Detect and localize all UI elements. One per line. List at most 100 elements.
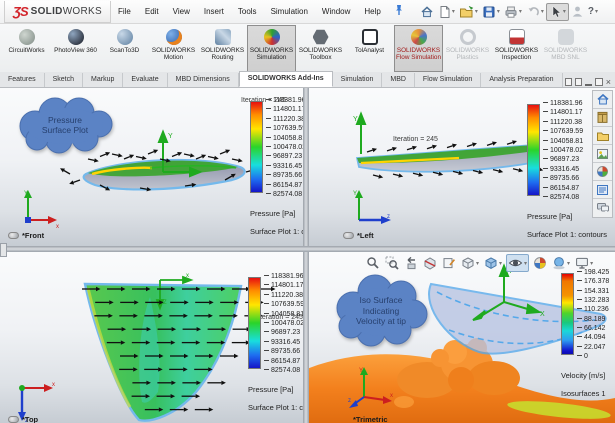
legend-caption: Surface Plot 1: contours xyxy=(250,227,303,236)
ribbon-solidworks-routing[interactable]: SOLIDWORKS Routing xyxy=(198,25,247,72)
ribbon-solidworks-toolbox[interactable]: SOLIDWORKS Toolbox xyxy=(296,25,345,72)
section-view-icon[interactable] xyxy=(422,255,438,271)
ribbon-photoview-360[interactable]: PhotoView 360 xyxy=(51,25,100,72)
pressure-legend-top[interactable]: 118381.96114801.17111220.38107639.591040… xyxy=(248,277,303,412)
open-caret-icon[interactable]: ▾ xyxy=(475,8,478,15)
apply-scene-icon[interactable]: ▾ xyxy=(551,255,571,271)
doc-window-icon[interactable] xyxy=(565,78,572,86)
open-button[interactable]: ▾ xyxy=(457,4,480,20)
pressure-colorbar xyxy=(248,277,261,369)
viewport-name-top: *Top xyxy=(22,415,38,423)
view-orientation-caret-icon[interactable]: ▾ xyxy=(476,260,479,267)
tab-evaluate[interactable]: Evaluate xyxy=(123,73,167,87)
display-style-icon[interactable]: ▾ xyxy=(483,255,503,271)
menu-file[interactable]: File xyxy=(111,1,138,23)
custom-properties-icon[interactable] xyxy=(593,181,612,199)
zoom-to-fit-icon[interactable] xyxy=(365,255,381,271)
print-button[interactable]: ▾ xyxy=(502,4,524,20)
viewport-menu-chip[interactable] xyxy=(8,232,19,239)
menu-help[interactable]: Help xyxy=(357,1,387,23)
solidworks-resources-icon[interactable] xyxy=(593,91,612,109)
svg-text:Y: Y xyxy=(353,191,357,197)
logo-text-works: WORKS xyxy=(63,6,102,17)
doc-minimize-icon[interactable] xyxy=(585,79,592,86)
hide-show-caret-icon[interactable]: ▾ xyxy=(524,260,527,267)
display-style-caret-icon[interactable]: ▾ xyxy=(499,260,502,267)
save-caret-icon[interactable]: ▾ xyxy=(497,8,500,15)
menu-insert[interactable]: Insert xyxy=(197,1,231,23)
tab-mbd-dimensions[interactable]: MBD Dimensions xyxy=(168,73,239,87)
ribbon-tolanalyst[interactable]: TolAnalyst xyxy=(345,25,394,72)
save-button[interactable]: ▾ xyxy=(480,4,502,20)
viewport-left[interactable]: Y Iteration = 245 118381.96114801.171112… xyxy=(309,88,615,246)
user-account-icon[interactable] xyxy=(569,4,586,19)
menu-tools[interactable]: Tools xyxy=(231,1,264,23)
viewport-splitter-vertical[interactable] xyxy=(303,88,309,423)
legend-tick: 118381.96 xyxy=(266,97,303,104)
ribbon-circuitworks[interactable]: CircuitWorks xyxy=(2,25,51,72)
viewport-splitter-horizontal[interactable] xyxy=(0,246,615,252)
graphics-area: Y Pressure Surface Plot Iteration = 245 xyxy=(0,88,615,423)
pressure-legend-front[interactable]: 118381.96114801.17111220.38107639.591040… xyxy=(250,101,303,236)
zoom-to-area-icon[interactable] xyxy=(384,255,400,271)
new-document-button[interactable]: ▾ xyxy=(436,4,457,20)
apply-scene-caret-icon[interactable]: ▾ xyxy=(567,260,570,267)
legend-tick: 22.047 xyxy=(577,344,609,351)
view-settings-icon[interactable]: ▾ xyxy=(574,255,594,271)
print-caret-icon[interactable]: ▾ xyxy=(519,8,522,15)
viewport-top[interactable]: Zx Iteration = 245 118381.96114801.17111… xyxy=(0,252,303,423)
ribbon-solidworks-simulation[interactable]: SOLIDWORKS Simulation xyxy=(247,25,296,72)
viewport-front[interactable]: Y Pressure Surface Plot Iteration = 245 xyxy=(0,88,303,246)
pressure-colorbar xyxy=(250,101,263,193)
menu-edit[interactable]: Edit xyxy=(138,1,166,23)
help-button[interactable]: ?▾ xyxy=(586,5,600,18)
hide-show-items-icon[interactable]: ▾ xyxy=(506,254,529,272)
new-document-caret-icon[interactable]: ▾ xyxy=(452,8,455,15)
callout-iso-surface-velocity[interactable]: Iso Surface Indicating Velocity at tip xyxy=(333,274,429,348)
menu-view[interactable]: View xyxy=(166,1,197,23)
scanto3d-icon xyxy=(117,29,133,45)
select-tool-caret-icon[interactable]: ▾ xyxy=(563,8,566,15)
doc-restore-icon[interactable] xyxy=(595,78,603,86)
appearances-scenes-icon[interactable] xyxy=(593,163,612,181)
tab-mbd[interactable]: MBD xyxy=(382,73,415,87)
velocity-legend[interactable]: 198.425176.378154.331132.283110.23688.18… xyxy=(561,273,609,398)
view-orientation-icon[interactable]: ▾ xyxy=(460,255,480,271)
design-library-icon[interactable] xyxy=(593,109,612,127)
logo-text-solid: SOLID xyxy=(31,6,63,17)
velocity-colorbar xyxy=(561,273,574,355)
tab-analysis-preparation[interactable]: Analysis Preparation xyxy=(481,73,562,87)
ribbon-solidworks-flow-simulation[interactable]: SOLIDWORKS Flow Simulation xyxy=(394,25,443,72)
pin-menubar-icon[interactable] xyxy=(394,3,404,21)
home-button[interactable] xyxy=(418,4,436,20)
edit-appearance-icon[interactable] xyxy=(532,255,548,271)
solidworks-forum-icon[interactable] xyxy=(593,199,612,217)
menu-window[interactable]: Window xyxy=(315,1,357,23)
doc-close-icon[interactable]: × xyxy=(606,77,611,87)
view-settings-caret-icon[interactable]: ▾ xyxy=(590,260,593,267)
menu-simulation[interactable]: Simulation xyxy=(264,1,315,23)
previous-view-icon[interactable] xyxy=(403,255,419,271)
tab-flow-simulation[interactable]: Flow Simulation xyxy=(415,73,481,87)
dynamic-annotation-icon[interactable] xyxy=(441,255,457,271)
ribbon-solidworks-mbd-snl: SOLIDWORKS MBD SNL xyxy=(541,25,590,72)
view-palette-icon[interactable] xyxy=(593,145,612,163)
viewport-menu-chip[interactable] xyxy=(343,232,354,239)
tab-simulation[interactable]: Simulation xyxy=(333,73,383,87)
file-explorer-icon[interactable] xyxy=(593,127,612,145)
tab-markup[interactable]: Markup xyxy=(83,73,123,87)
viewport-menu-chip[interactable] xyxy=(8,416,19,423)
ribbon-solidworks-inspection[interactable]: SOLIDWORKS Inspection xyxy=(492,25,541,72)
tab-solidworks-add-ins[interactable]: SOLIDWORKS Add-Ins xyxy=(239,71,333,87)
ribbon-solidworks-motion[interactable]: SOLIDWORKS Motion xyxy=(149,25,198,72)
select-tool-button[interactable]: ▾ xyxy=(546,3,569,21)
viewport-trimetric[interactable]: Y X ▾ ▾ ▾ ▾ ▾ Iteration = 245 xyxy=(309,252,615,423)
ribbon-scanto3d[interactable]: ScanTo3D xyxy=(100,25,149,72)
tab-sketch[interactable]: Sketch xyxy=(45,73,83,87)
callout-pressure-surface-plot[interactable]: Pressure Surface Plot xyxy=(13,96,117,154)
photoview-360-icon xyxy=(68,29,84,45)
feature-tree-collapsed-tab[interactable] xyxy=(0,243,7,257)
doc-window-icon-2[interactable] xyxy=(575,78,582,86)
help-caret-icon[interactable]: ▾ xyxy=(595,8,598,15)
tab-features[interactable]: Features xyxy=(0,73,45,87)
